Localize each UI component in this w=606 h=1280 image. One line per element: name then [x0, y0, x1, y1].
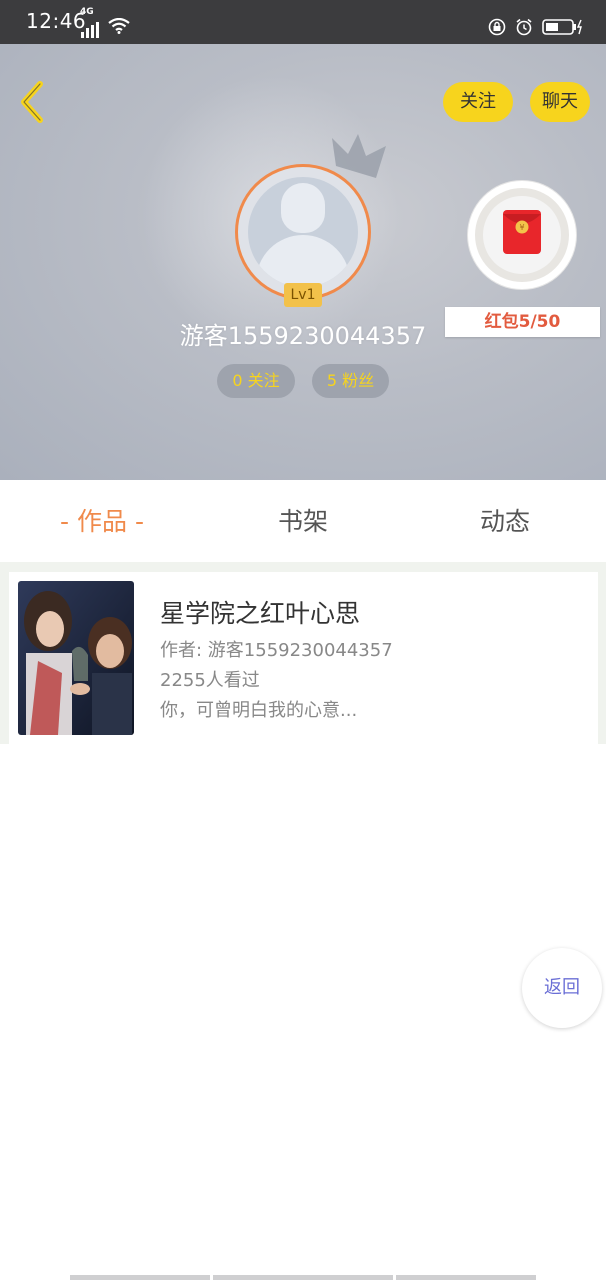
- default-avatar-icon: [248, 177, 358, 287]
- chat-button[interactable]: 聊天: [530, 82, 590, 122]
- list-item[interactable]: 星学院之红叶心思 作者: 游客1559230044357 2255人看过 你，可…: [8, 572, 598, 744]
- nav-gesture-bar[interactable]: [396, 1275, 536, 1280]
- lock-rotation-icon: [488, 18, 506, 36]
- book-cover-image: [18, 581, 134, 735]
- wifi-icon: [108, 18, 130, 34]
- red-packet-label: 红包5/50: [445, 307, 600, 337]
- status-bar: 12:46 4G: [0, 0, 606, 44]
- book-author: 作者: 游客1559230044357: [160, 640, 393, 661]
- signal-icon: [81, 22, 99, 38]
- tab-works[interactable]: - 作品 -: [40, 480, 164, 564]
- book-summary: 你，可曾明白我的心意...: [160, 700, 358, 721]
- return-button[interactable]: 返回: [522, 948, 602, 1028]
- profile-tabs: - 作品 - 书架 动态: [0, 480, 606, 564]
- nav-gesture-bar[interactable]: [70, 1275, 210, 1280]
- red-envelope-icon: ¥: [503, 210, 541, 254]
- follow-button[interactable]: 关注: [443, 82, 513, 122]
- divider: [0, 562, 606, 572]
- red-packet-button[interactable]: ¥: [468, 181, 576, 289]
- profile-header: 关注 聊天 Lv1 游客1559230044357 0 关注 5 粉丝 ¥ 红包…: [0, 44, 606, 480]
- fans-count-button[interactable]: 5 粉丝: [312, 364, 389, 398]
- battery-icon: [542, 19, 582, 35]
- tab-bookshelf[interactable]: 书架: [242, 480, 364, 564]
- tab-feed[interactable]: 动态: [445, 480, 565, 564]
- book-title: 星学院之红叶心思: [160, 599, 361, 628]
- status-time: 12:46: [26, 9, 87, 33]
- following-count-button[interactable]: 0 关注: [217, 364, 295, 398]
- avatar[interactable]: [235, 164, 371, 300]
- svg-text:¥: ¥: [519, 223, 524, 232]
- level-badge: Lv1: [284, 283, 322, 307]
- alarm-icon: [516, 18, 532, 36]
- nav-gesture-bar[interactable]: [213, 1275, 393, 1280]
- book-views: 2255人看过: [160, 670, 260, 691]
- back-arrow-icon[interactable]: [16, 80, 48, 124]
- network-type-label: 4G: [80, 7, 94, 17]
